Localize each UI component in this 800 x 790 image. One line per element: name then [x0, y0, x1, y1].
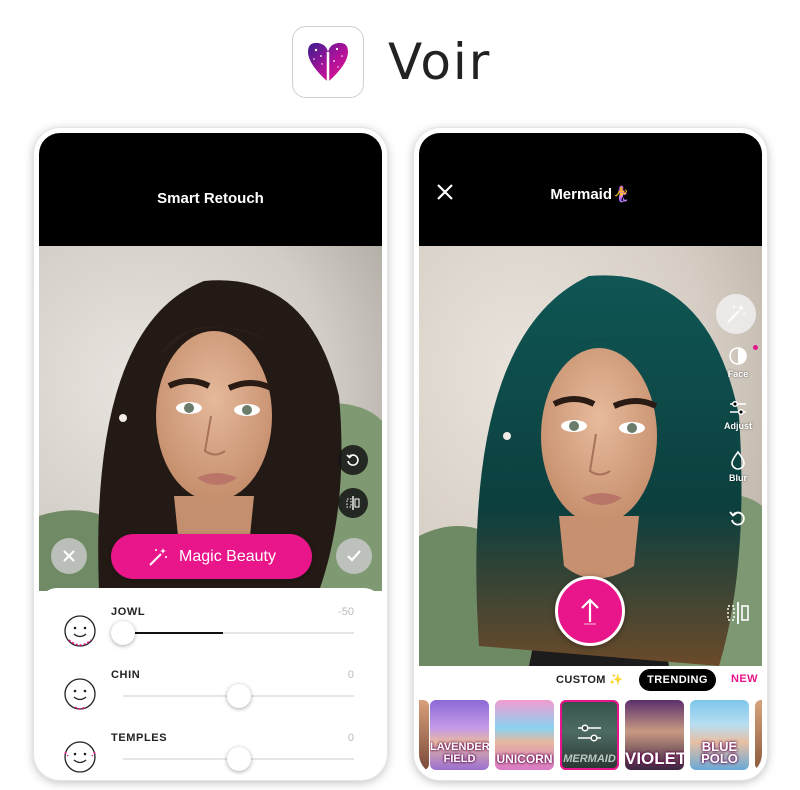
adjustment-label-chin: CHIN: [111, 669, 141, 681]
arrow-up-icon: [581, 598, 599, 625]
magic-wand-icon: [727, 305, 745, 323]
tool-adjust[interactable]: Adjust: [713, 398, 762, 431]
filter-thumb-violet[interactable]: VIOLET: [625, 700, 684, 770]
undo-icon: [729, 511, 745, 526]
adjustment-value-chin: 0: [347, 669, 354, 681]
magic-beauty-label: Magic Beauty: [179, 547, 276, 565]
filter-label: UNICORN: [496, 752, 553, 766]
adjustment-value-jowl: -50: [338, 606, 354, 618]
slider-chin[interactable]: [123, 684, 354, 708]
slider-fill: [123, 632, 223, 634]
filter-thumb-blue-polo[interactable]: BLUE POLO: [690, 700, 749, 770]
slider-knob-jowl[interactable]: [111, 621, 135, 645]
filter-label: BLUE POLO: [701, 739, 738, 766]
filter-thumb-partial[interactable]: [755, 700, 762, 770]
tool-blur[interactable]: Blur: [713, 450, 762, 483]
tab-custom[interactable]: CUSTOM ✨: [556, 673, 623, 686]
slider-temples[interactable]: [123, 747, 354, 771]
filter-label: LAVENDER FIELD: [430, 741, 489, 765]
tab-trending[interactable]: TRENDING: [639, 669, 716, 691]
adjustment-value-temples: 0: [347, 732, 354, 744]
screen-title: Mermaid🧜‍♀️: [550, 186, 631, 203]
magic-wand-icon: [149, 547, 168, 566]
top-bar: Smart Retouch: [39, 133, 382, 246]
tab-new[interactable]: NEW: [731, 673, 758, 685]
close-icon: [63, 550, 75, 562]
filter-label: VIOLET: [625, 749, 684, 768]
cancel-button[interactable]: [51, 538, 87, 574]
compare-icon: [346, 496, 360, 510]
compare-icon: [727, 602, 749, 624]
filter-label: MERMAID: [563, 753, 616, 765]
compare-button[interactable]: [338, 488, 368, 518]
face-contrast-icon: [729, 347, 747, 365]
filter-strip: LAVENDER FIELD UNICORN MERMAID VIOLET BL…: [419, 695, 762, 775]
tool-label-face: Face: [727, 369, 749, 379]
adjustment-label-jowl: JOWL: [111, 606, 146, 618]
phone-hair-color: Mermaid🧜‍♀️: [414, 128, 767, 780]
undo-button[interactable]: [338, 445, 368, 475]
screen-title: Smart Retouch: [157, 190, 264, 207]
magic-beauty-button[interactable]: Magic Beauty: [111, 534, 312, 579]
undo-button[interactable]: [713, 508, 762, 530]
adjustment-row-temples: TEMPLES 0: [39, 730, 382, 775]
filter-thumb-mermaid[interactable]: MERMAID: [560, 700, 619, 770]
export-button[interactable]: [555, 576, 625, 646]
adjustment-sheet: JOWL -50 CHIN 0 TEMPLES 0: [39, 588, 382, 775]
filter-thumb-unicorn[interactable]: UNICORN: [495, 700, 554, 770]
adjustment-row-chin: CHIN 0: [39, 667, 382, 727]
adjustment-label-temples: TEMPLES: [111, 732, 168, 744]
top-bar: Mermaid🧜‍♀️: [419, 133, 762, 246]
face-temples-icon: [64, 741, 96, 773]
confirm-button[interactable]: [336, 538, 372, 574]
slider-knob-chin[interactable]: [226, 684, 251, 708]
undo-icon: [346, 454, 359, 466]
face-chin-icon: [64, 678, 96, 710]
slider-knob-temples[interactable]: [226, 747, 251, 771]
filter-tabs: CUSTOM ✨ TRENDING NEW: [419, 666, 762, 692]
app-logo-icon: [292, 26, 364, 98]
sliders-icon: [730, 400, 746, 416]
tool-label-blur: Blur: [729, 473, 747, 483]
brand-header: Voir: [292, 26, 491, 98]
brand-name: Voir: [388, 33, 492, 91]
adjustment-row-jowl: JOWL -50: [39, 604, 382, 664]
tool-label-adjust: Adjust: [724, 421, 752, 431]
face-jowl-icon: [64, 615, 96, 647]
slider-jowl[interactable]: [111, 621, 354, 645]
filter-thumb-lavender-field[interactable]: LAVENDER FIELD: [430, 700, 489, 770]
drop-icon: [731, 450, 745, 470]
phone-smart-retouch: Smart Retouch Magic Beauty JOWL -50 CHIN…: [34, 128, 387, 780]
tool-face[interactable]: Face: [713, 346, 762, 379]
check-icon: [347, 550, 361, 562]
filter-thumb-partial[interactable]: [419, 700, 429, 770]
magic-button[interactable]: [716, 294, 756, 334]
compare-button[interactable]: [713, 600, 762, 628]
